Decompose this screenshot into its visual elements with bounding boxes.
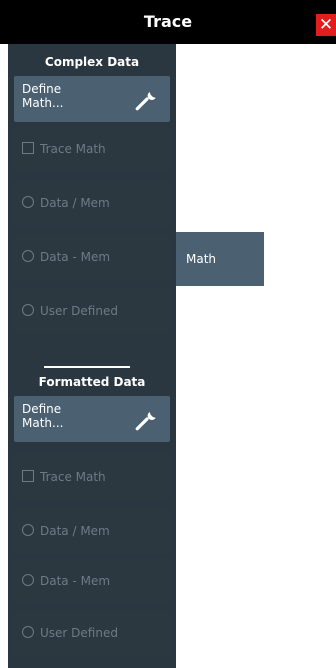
radio-icon bbox=[22, 626, 34, 638]
radio-icon bbox=[22, 524, 34, 536]
close-icon: ✕ bbox=[318, 15, 334, 35]
checkbox-icon bbox=[22, 142, 34, 154]
radio-icon bbox=[22, 250, 34, 262]
wrench-icon bbox=[135, 411, 156, 431]
data-minus-mem-label: Data - Mem bbox=[40, 250, 111, 264]
formatted-define-math-button[interactable]: Define Math... bbox=[14, 396, 170, 442]
data-div-mem-label: Data / Mem bbox=[40, 196, 110, 210]
trace-math-label: Trace Math bbox=[40, 470, 106, 484]
define-math-label: Define Math... bbox=[22, 82, 64, 110]
formatted-data-heading: Formatted Data bbox=[38, 375, 146, 389]
radio-icon bbox=[22, 574, 34, 586]
tab-math[interactable]: Math bbox=[176, 232, 264, 286]
define-math-label: Define Math... bbox=[22, 402, 64, 430]
user-defined-label: User Defined bbox=[40, 304, 118, 318]
close-button[interactable]: ✕ bbox=[316, 14, 336, 36]
wrench-icon bbox=[135, 91, 156, 111]
formatted-trace-math-checkbox[interactable]: Trace Math bbox=[14, 454, 170, 500]
complex-data-div-mem-radio[interactable]: Data / Mem bbox=[14, 180, 170, 226]
complex-data-heading: Complex Data bbox=[44, 55, 140, 69]
complex-define-math-button[interactable]: Define Math... bbox=[14, 76, 170, 122]
formatted-user-defined-radio[interactable]: User Defined bbox=[14, 610, 170, 656]
checkbox-icon bbox=[22, 470, 34, 482]
formatted-data-div-mem-radio[interactable]: Data / Mem bbox=[14, 508, 170, 554]
radio-icon bbox=[22, 196, 34, 208]
radio-icon bbox=[22, 304, 34, 316]
complex-trace-math-checkbox[interactable]: Trace Math bbox=[14, 126, 170, 172]
user-defined-label: User Defined bbox=[40, 626, 118, 640]
data-div-mem-label: Data / Mem bbox=[40, 524, 110, 538]
section-divider bbox=[44, 366, 130, 368]
window-title: Trace bbox=[143, 12, 193, 31]
complex-user-defined-radio[interactable]: User Defined bbox=[14, 288, 170, 334]
data-minus-mem-label: Data - Mem bbox=[40, 574, 111, 588]
trace-math-label: Trace Math bbox=[40, 142, 106, 156]
formatted-data-minus-mem-radio[interactable]: Data - Mem bbox=[14, 558, 170, 604]
complex-data-minus-mem-radio[interactable]: Data - Mem bbox=[14, 234, 170, 280]
